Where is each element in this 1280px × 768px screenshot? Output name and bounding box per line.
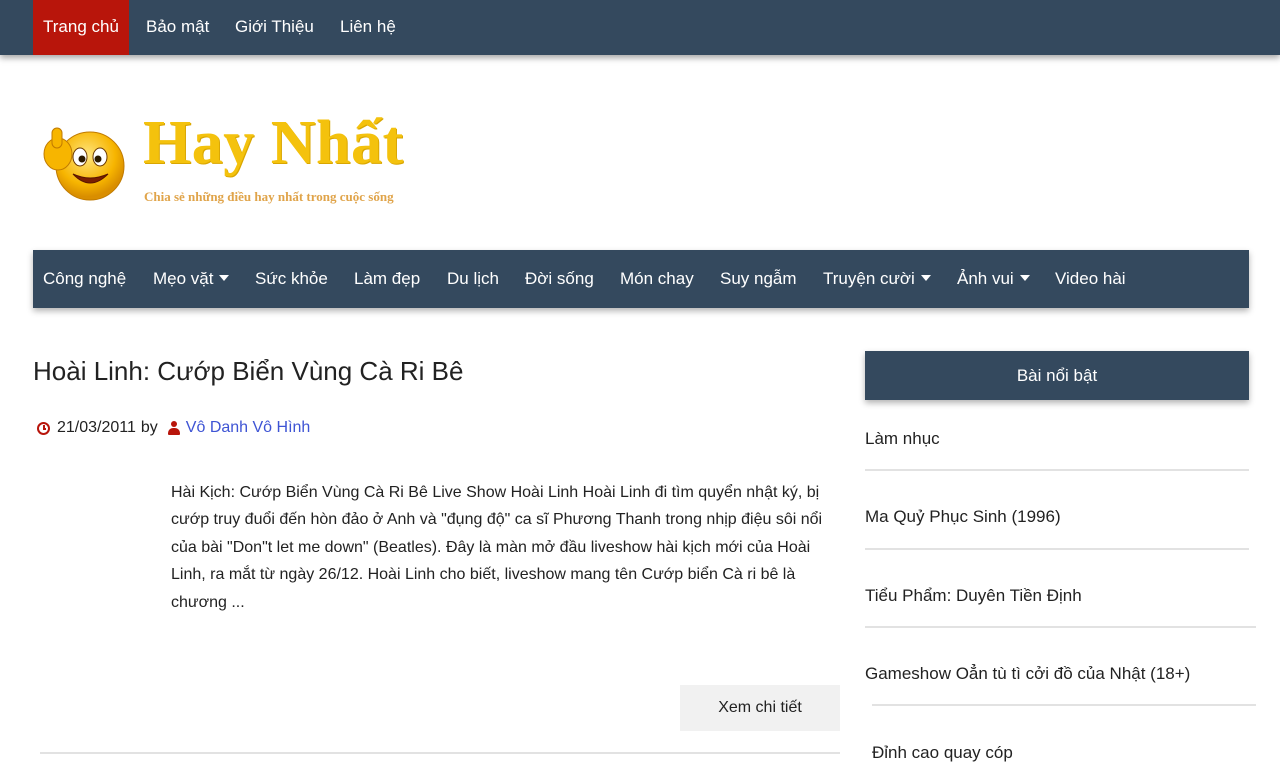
article-divider xyxy=(40,752,840,754)
category-label: Truyện cười xyxy=(823,269,915,288)
featured-post-link[interactable]: Đỉnh cao quay cóp xyxy=(872,743,1013,763)
article-author-link[interactable]: Vô Danh Vô Hình xyxy=(186,419,311,437)
category-anh-vui[interactable]: Ảnh vui xyxy=(957,250,1030,308)
article-date: 21/03/2011 xyxy=(57,419,136,436)
category-label: Video hài xyxy=(1055,269,1126,288)
category-du-lich[interactable]: Du lịch xyxy=(447,250,499,308)
category-mon-chay[interactable]: Món chay xyxy=(620,250,694,308)
logo-title: Hay Nhất xyxy=(143,109,404,177)
top-nav-security[interactable]: Bảo mật xyxy=(136,0,219,55)
sidebar-divider xyxy=(865,626,1256,628)
category-label: Công nghệ xyxy=(43,269,127,288)
featured-post-link[interactable]: Làm nhục xyxy=(865,429,940,449)
category-suy-ngam[interactable]: Suy ngẫm xyxy=(720,250,797,308)
article-excerpt: Hài Kịch: Cướp Biển Vùng Cà Ri Bê Live S… xyxy=(171,484,823,611)
caret-down-icon xyxy=(1019,275,1030,281)
caret-down-icon xyxy=(219,275,230,281)
category-meo-vat[interactable]: Mẹo vặt xyxy=(153,250,230,308)
category-label: Mẹo vặt xyxy=(153,269,214,288)
sidebar-divider xyxy=(872,704,1256,706)
top-navbar: Trang chủ Bảo mật Giới Thiệu Liên hệ xyxy=(0,0,1280,55)
category-label: Làm đẹp xyxy=(354,269,421,288)
read-more-button[interactable]: Xem chi tiết xyxy=(680,685,840,731)
article-meta: 21/03/2011 by Vô Danh Vô Hình xyxy=(37,419,310,437)
site-logo[interactable]: Hay Nhất Chia sẻ những điều hay nhất tro… xyxy=(40,108,440,218)
sidebar-divider xyxy=(865,469,1249,471)
category-lam-dep[interactable]: Làm đẹp xyxy=(354,250,420,308)
category-label: Đời sống xyxy=(525,269,594,288)
category-label: Ảnh vui xyxy=(957,269,1014,288)
category-suc-khoe[interactable]: Sức khỏe xyxy=(255,250,328,308)
category-doi-song[interactable]: Đời sống xyxy=(525,250,594,308)
category-cong-nghe[interactable]: Công nghệ xyxy=(43,250,126,308)
category-label: Sức khỏe xyxy=(255,269,328,288)
top-nav-home[interactable]: Trang chủ xyxy=(33,0,129,55)
caret-down-icon xyxy=(920,275,931,281)
thumbs-up-smiley-icon xyxy=(43,127,125,201)
article-by: by xyxy=(140,419,158,436)
user-icon xyxy=(167,421,180,435)
category-navbar: Công nghệ Mẹo vặt Sức khỏe Làm đẹp Du lị… xyxy=(33,250,1249,308)
featured-post-link[interactable]: Gameshow Oẳn tù tì cởi đồ của Nhật (18+) xyxy=(865,664,1190,684)
sidebar-divider xyxy=(865,548,1249,550)
featured-widget-title: Bài nổi bật xyxy=(865,351,1249,400)
article-title[interactable]: Hoài Linh: Cướp Biển Vùng Cà Ri Bê xyxy=(33,356,463,387)
logo-tagline: Chia sẻ những điều hay nhất trong cuộc s… xyxy=(144,189,394,204)
top-nav-about[interactable]: Giới Thiệu xyxy=(225,0,324,55)
category-video-hai[interactable]: Video hài xyxy=(1055,250,1126,308)
category-label: Suy ngẫm xyxy=(720,269,797,288)
top-nav-contact[interactable]: Liên hệ xyxy=(330,0,406,55)
category-label: Món chay xyxy=(620,269,694,288)
clock-icon xyxy=(37,421,50,435)
featured-post-link[interactable]: Ma Quỷ Phục Sinh (1996) xyxy=(865,507,1061,527)
category-label: Du lịch xyxy=(447,269,499,288)
featured-post-link[interactable]: Tiểu Phẩm: Duyên Tiền Định xyxy=(865,586,1082,606)
category-truyen-cuoi[interactable]: Truyện cười xyxy=(823,250,931,308)
